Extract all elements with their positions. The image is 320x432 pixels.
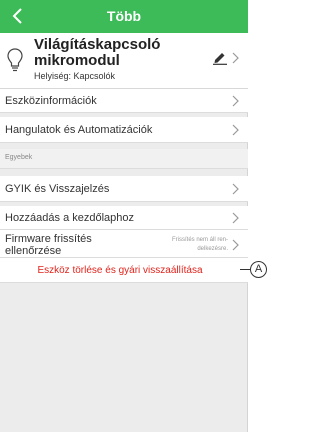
lightbulb-icon bbox=[7, 48, 23, 72]
section-label: Egyebek bbox=[5, 154, 33, 161]
chevron-right-icon bbox=[232, 239, 239, 251]
menu-item-label: Eszközinformációk bbox=[5, 95, 97, 107]
chevron-right-icon bbox=[232, 52, 239, 64]
callout-line bbox=[240, 269, 250, 270]
menu-item-label: Firmware frissítés ellenőrzése bbox=[5, 233, 92, 257]
menu-item-label: GYIK és Visszajelzés bbox=[5, 183, 110, 195]
page-title: Több bbox=[106, 8, 142, 24]
device-name: Világításkapcsoló mikromodul bbox=[34, 36, 161, 69]
menu-item-scenes[interactable]: Hangulatok és Automatizációk bbox=[0, 117, 248, 143]
pencil-icon[interactable] bbox=[212, 51, 228, 65]
chevron-right-icon bbox=[232, 124, 239, 136]
delete-reset-label: Eszköz törlése és gyári visszaállítása bbox=[37, 265, 203, 276]
menu-item-label: Hozzáadás a kezdőlaphoz bbox=[5, 212, 135, 224]
chevron-right-icon bbox=[232, 183, 239, 195]
chevron-right-icon bbox=[232, 95, 239, 107]
callout-marker: A bbox=[250, 261, 267, 278]
chevron-right-icon bbox=[232, 212, 239, 224]
delete-reset-button[interactable]: Eszköz törlése és gyári visszaállítása bbox=[0, 257, 248, 283]
firmware-status: Frissítés nem áll ren-delkezésre. bbox=[171, 237, 228, 252]
device-card[interactable]: Világításkapcsoló mikromodul Helyiség: K… bbox=[0, 33, 248, 89]
menu-item-label: Hangulatok és Automatizációk bbox=[5, 124, 153, 136]
device-location: Helyiség: Kapcsolók bbox=[34, 71, 116, 81]
screen: Több Világításkapcsoló mikromodul Helyis… bbox=[0, 0, 248, 432]
top-bar: Több bbox=[0, 0, 248, 33]
section-header-other: Egyebek bbox=[0, 149, 248, 169]
menu-item-faq[interactable]: GYIK és Visszajelzés bbox=[0, 176, 248, 202]
menu-item-add-home[interactable]: Hozzáadás a kezdőlaphoz bbox=[0, 206, 248, 230]
menu-item-device-info[interactable]: Eszközinformációk bbox=[0, 89, 248, 113]
menu-item-firmware[interactable]: Firmware frissítés ellenőrzése Frissítés… bbox=[0, 230, 248, 260]
